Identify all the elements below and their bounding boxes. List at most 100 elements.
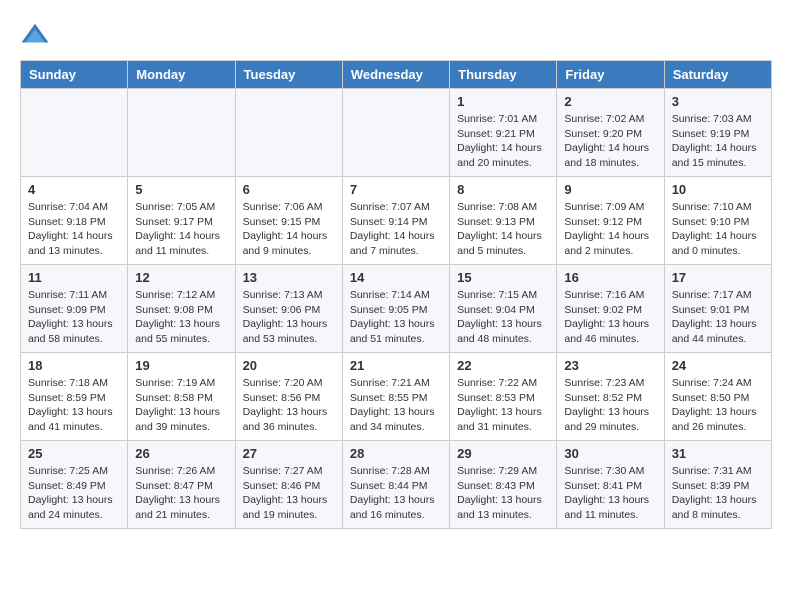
day-info: Sunrise: 7:07 AM Sunset: 9:14 PM Dayligh… <box>350 200 442 259</box>
calendar-cell: 4 Sunrise: 7:04 AM Sunset: 9:18 PM Daylig… <box>21 177 128 265</box>
calendar-cell: 1 Sunrise: 7:01 AM Sunset: 9:21 PM Daylig… <box>450 89 557 177</box>
day-number: 11 <box>28 270 120 285</box>
day-info: Sunrise: 7:08 AM Sunset: 9:13 PM Dayligh… <box>457 200 549 259</box>
page-header <box>20 20 772 50</box>
day-number: 24 <box>672 358 764 373</box>
calendar-body: 1 Sunrise: 7:01 AM Sunset: 9:21 PM Daylig… <box>21 89 772 529</box>
day-number: 16 <box>564 270 656 285</box>
calendar-cell: 23 Sunrise: 7:23 AM Sunset: 8:52 PM Dayli… <box>557 353 664 441</box>
day-number: 30 <box>564 446 656 461</box>
day-info: Sunrise: 7:14 AM Sunset: 9:05 PM Dayligh… <box>350 288 442 347</box>
weekday-row: SundayMondayTuesdayWednesdayThursdayFrid… <box>21 61 772 89</box>
day-info: Sunrise: 7:29 AM Sunset: 8:43 PM Dayligh… <box>457 464 549 523</box>
calendar-cell <box>21 89 128 177</box>
calendar-week-1: 1 Sunrise: 7:01 AM Sunset: 9:21 PM Daylig… <box>21 89 772 177</box>
calendar-cell: 28 Sunrise: 7:28 AM Sunset: 8:44 PM Dayli… <box>342 441 449 529</box>
calendar-cell: 8 Sunrise: 7:08 AM Sunset: 9:13 PM Daylig… <box>450 177 557 265</box>
day-number: 20 <box>243 358 335 373</box>
day-info: Sunrise: 7:25 AM Sunset: 8:49 PM Dayligh… <box>28 464 120 523</box>
day-info: Sunrise: 7:13 AM Sunset: 9:06 PM Dayligh… <box>243 288 335 347</box>
calendar-cell <box>128 89 235 177</box>
calendar-cell: 25Sunrise: 7:25 AM Sunset: 8:49 PM Dayli… <box>21 441 128 529</box>
day-info: Sunrise: 7:04 AM Sunset: 9:18 PM Dayligh… <box>28 200 120 259</box>
day-info: Sunrise: 7:17 AM Sunset: 9:01 PM Dayligh… <box>672 288 764 347</box>
day-info: Sunrise: 7:11 AM Sunset: 9:09 PM Dayligh… <box>28 288 120 347</box>
day-number: 31 <box>672 446 764 461</box>
calendar-week-5: 25Sunrise: 7:25 AM Sunset: 8:49 PM Dayli… <box>21 441 772 529</box>
day-number: 8 <box>457 182 549 197</box>
calendar-header: SundayMondayTuesdayWednesdayThursdayFrid… <box>21 61 772 89</box>
day-info: Sunrise: 7:10 AM Sunset: 9:10 PM Dayligh… <box>672 200 764 259</box>
calendar-cell: 13 Sunrise: 7:13 AM Sunset: 9:06 PM Dayli… <box>235 265 342 353</box>
day-number: 5 <box>135 182 227 197</box>
weekday-header-thursday: Thursday <box>450 61 557 89</box>
day-info: Sunrise: 7:01 AM Sunset: 9:21 PM Dayligh… <box>457 112 549 171</box>
day-number: 2 <box>564 94 656 109</box>
day-number: 26 <box>135 446 227 461</box>
logo-icon <box>20 20 50 50</box>
day-info: Sunrise: 7:30 AM Sunset: 8:41 PM Dayligh… <box>564 464 656 523</box>
weekday-header-wednesday: Wednesday <box>342 61 449 89</box>
calendar-cell: 12 Sunrise: 7:12 AM Sunset: 9:08 PM Dayli… <box>128 265 235 353</box>
day-number: 12 <box>135 270 227 285</box>
calendar-cell: 30 Sunrise: 7:30 AM Sunset: 8:41 PM Dayli… <box>557 441 664 529</box>
weekday-header-tuesday: Tuesday <box>235 61 342 89</box>
calendar-cell: 19Sunrise: 7:19 AM Sunset: 8:58 PM Dayli… <box>128 353 235 441</box>
day-number: 10 <box>672 182 764 197</box>
calendar-cell: 31 Sunrise: 7:31 AM Sunset: 8:39 PM Dayli… <box>664 441 771 529</box>
day-number: 21 <box>350 358 442 373</box>
day-info: Sunrise: 7:28 AM Sunset: 8:44 PM Dayligh… <box>350 464 442 523</box>
calendar-cell: 27Sunrise: 7:27 AM Sunset: 8:46 PM Dayli… <box>235 441 342 529</box>
calendar-cell: 9 Sunrise: 7:09 AM Sunset: 9:12 PM Daylig… <box>557 177 664 265</box>
day-number: 4 <box>28 182 120 197</box>
day-info: Sunrise: 7:09 AM Sunset: 9:12 PM Dayligh… <box>564 200 656 259</box>
calendar-cell: 26 Sunrise: 7:26 AM Sunset: 8:47 PM Dayli… <box>128 441 235 529</box>
day-info: Sunrise: 7:05 AM Sunset: 9:17 PM Dayligh… <box>135 200 227 259</box>
calendar-cell: 10 Sunrise: 7:10 AM Sunset: 9:10 PM Dayli… <box>664 177 771 265</box>
calendar-cell: 22 Sunrise: 7:22 AM Sunset: 8:53 PM Dayli… <box>450 353 557 441</box>
calendar-cell: 11 Sunrise: 7:11 AM Sunset: 9:09 PM Dayli… <box>21 265 128 353</box>
day-info: Sunrise: 7:03 AM Sunset: 9:19 PM Dayligh… <box>672 112 764 171</box>
day-info: Sunrise: 7:06 AM Sunset: 9:15 PM Dayligh… <box>243 200 335 259</box>
day-number: 1 <box>457 94 549 109</box>
calendar-cell: 2Sunrise: 7:02 AM Sunset: 9:20 PM Daylig… <box>557 89 664 177</box>
day-number: 18 <box>28 358 120 373</box>
day-number: 3 <box>672 94 764 109</box>
day-number: 6 <box>243 182 335 197</box>
day-number: 22 <box>457 358 549 373</box>
day-info: Sunrise: 7:23 AM Sunset: 8:52 PM Dayligh… <box>564 376 656 435</box>
calendar-cell: 18 Sunrise: 7:18 AM Sunset: 8:59 PM Dayli… <box>21 353 128 441</box>
calendar-cell: 29 Sunrise: 7:29 AM Sunset: 8:43 PM Dayli… <box>450 441 557 529</box>
weekday-header-saturday: Saturday <box>664 61 771 89</box>
day-number: 23 <box>564 358 656 373</box>
day-number: 13 <box>243 270 335 285</box>
day-number: 29 <box>457 446 549 461</box>
day-number: 17 <box>672 270 764 285</box>
day-info: Sunrise: 7:24 AM Sunset: 8:50 PM Dayligh… <box>672 376 764 435</box>
day-info: Sunrise: 7:21 AM Sunset: 8:55 PM Dayligh… <box>350 376 442 435</box>
day-number: 9 <box>564 182 656 197</box>
calendar-cell: 6 Sunrise: 7:06 AM Sunset: 9:15 PM Daylig… <box>235 177 342 265</box>
calendar-week-2: 4 Sunrise: 7:04 AM Sunset: 9:18 PM Daylig… <box>21 177 772 265</box>
calendar-cell: 7 Sunrise: 7:07 AM Sunset: 9:14 PM Daylig… <box>342 177 449 265</box>
day-info: Sunrise: 7:12 AM Sunset: 9:08 PM Dayligh… <box>135 288 227 347</box>
calendar-cell: 3 Sunrise: 7:03 AM Sunset: 9:19 PM Daylig… <box>664 89 771 177</box>
day-number: 28 <box>350 446 442 461</box>
calendar-week-3: 11 Sunrise: 7:11 AM Sunset: 9:09 PM Dayli… <box>21 265 772 353</box>
calendar-cell: 17 Sunrise: 7:17 AM Sunset: 9:01 PM Dayli… <box>664 265 771 353</box>
day-info: Sunrise: 7:22 AM Sunset: 8:53 PM Dayligh… <box>457 376 549 435</box>
calendar-cell <box>342 89 449 177</box>
day-info: Sunrise: 7:26 AM Sunset: 8:47 PM Dayligh… <box>135 464 227 523</box>
calendar-cell: 24 Sunrise: 7:24 AM Sunset: 8:50 PM Dayli… <box>664 353 771 441</box>
weekday-header-sunday: Sunday <box>21 61 128 89</box>
day-info: Sunrise: 7:31 AM Sunset: 8:39 PM Dayligh… <box>672 464 764 523</box>
day-info: Sunrise: 7:18 AM Sunset: 8:59 PM Dayligh… <box>28 376 120 435</box>
calendar-cell: 5 Sunrise: 7:05 AM Sunset: 9:17 PM Daylig… <box>128 177 235 265</box>
calendar-cell: 14Sunrise: 7:14 AM Sunset: 9:05 PM Dayli… <box>342 265 449 353</box>
calendar-cell: 21 Sunrise: 7:21 AM Sunset: 8:55 PM Dayli… <box>342 353 449 441</box>
day-info: Sunrise: 7:15 AM Sunset: 9:04 PM Dayligh… <box>457 288 549 347</box>
day-number: 7 <box>350 182 442 197</box>
day-number: 15 <box>457 270 549 285</box>
calendar-cell: 20Sunrise: 7:20 AM Sunset: 8:56 PM Dayli… <box>235 353 342 441</box>
calendar-cell <box>235 89 342 177</box>
